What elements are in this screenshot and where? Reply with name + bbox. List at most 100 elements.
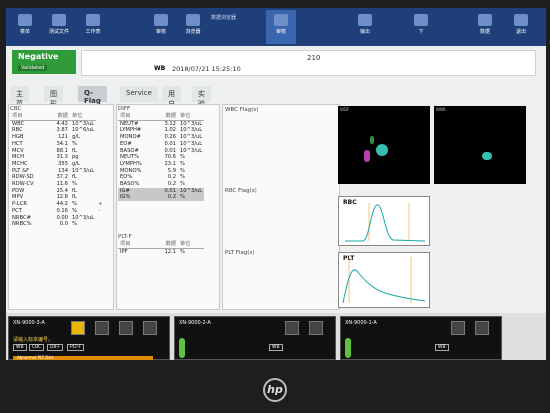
param-unit: 10^3/uL: [180, 140, 203, 147]
exit-button[interactable]: 退出: [506, 10, 536, 44]
tube-icon[interactable]: [95, 321, 109, 335]
test-file-button[interactable]: 测试文件: [44, 10, 74, 44]
column-header: 单位: [178, 113, 205, 121]
upload-icon: [358, 14, 372, 26]
table-row[interactable]: IPF 12.1%: [118, 248, 204, 255]
param-name: MONO#: [120, 134, 141, 141]
table-row[interactable]: MCV 88.1 fL: [10, 148, 105, 155]
table-row[interactable]: WBC 4.42 10^3/uL: [10, 120, 105, 127]
table-row[interactable]: MONO# 0.26 10^3/uL: [118, 134, 204, 141]
warning-icon[interactable]: [71, 321, 85, 335]
table-row[interactable]: IG% 0.2%: [118, 194, 205, 202]
tab-graph[interactable]: 图形: [44, 86, 63, 108]
table-row[interactable]: IG# 0.01 10^3/uL: [118, 187, 205, 195]
param-name: EO%: [120, 174, 133, 181]
table-row[interactable]: PLT &F 134 10^3/uL: [10, 168, 105, 175]
table-row[interactable]: RDW-SD 37.2 fL: [10, 174, 105, 181]
param-value: 0.26: [164, 134, 176, 141]
menu-icon: [18, 14, 32, 26]
param-unit: %: [72, 221, 77, 228]
table-row[interactable]: PDW 15.4 fL: [10, 188, 105, 195]
param-flag: [96, 215, 104, 222]
review-icon: [154, 14, 168, 26]
param-name: IPF: [120, 248, 128, 255]
file-icon: [52, 14, 66, 26]
param-unit: fL: [72, 187, 77, 194]
table-row[interactable]: HCT 34.1%: [10, 141, 105, 148]
main-toolbar: 菜单 测试文件 工作表 审核 浏览器 数据浏览器 审核 输出 下 数据 退出: [6, 8, 546, 46]
table-row[interactable]: MCH 31.3 pg: [10, 154, 105, 161]
param-value: 1.02: [164, 127, 176, 134]
window-title: 数据浏览器: [211, 15, 237, 21]
param-flag: [96, 161, 104, 168]
menu-button[interactable]: 菜单: [10, 10, 40, 44]
wdf-neutrophil-cluster: [376, 144, 388, 156]
table-row[interactable]: LYMPH% 23.1%: [118, 161, 204, 168]
rack-icon[interactable]: [451, 321, 465, 335]
mode-chip-wb: WB: [435, 344, 449, 351]
table-row[interactable]: NEUT% 70.6%: [118, 154, 204, 161]
table-row[interactable]: NRBC% 0.0%: [10, 221, 105, 228]
table-row[interactable]: BASO# 0.01 10^3/uL: [118, 148, 204, 155]
table-row[interactable]: RDW-CV 11.6%: [10, 181, 105, 188]
param-value: 0.01: [164, 147, 176, 154]
browser-button[interactable]: 浏览器: [178, 10, 208, 44]
table-row[interactable]: EO# 0.01 10^3/uL: [118, 141, 204, 148]
analyzer-slot-1[interactable]: XN-9000-1-A WB: [340, 316, 502, 360]
table-row[interactable]: EO% 0.2%: [118, 174, 204, 181]
param-value: 5.9: [167, 167, 176, 174]
validate-button[interactable]: 审核: [266, 10, 296, 44]
table-row[interactable]: NRBC# 0.00 10^3/uL: [10, 215, 105, 222]
param-name: IG%: [118, 194, 152, 202]
param-flag: [96, 188, 104, 195]
analyzer-slot-2[interactable]: XN-9000-2-A WB: [174, 316, 336, 360]
table-row[interactable]: HGB 121 g/L: [10, 134, 105, 141]
abnormal-alert-bar: Abnormal PLT Dist: [13, 355, 153, 360]
mode-chip-wb: WB: [13, 344, 27, 351]
param-flag: [96, 194, 104, 201]
tab-q-flag[interactable]: Q-Flag: [78, 86, 107, 105]
param-flag: [96, 141, 104, 148]
tube-icon[interactable]: [475, 321, 489, 335]
table-row[interactable]: PCT 0.16% -: [10, 208, 105, 215]
param-name: LYMPH#: [120, 127, 142, 134]
plt-f-title: PLT-F: [118, 234, 132, 240]
tube-icon[interactable]: [309, 321, 323, 335]
param-name: WBC: [12, 120, 25, 127]
rbc-flags-label: RBC Flag(s): [225, 188, 257, 194]
diff-title: DIFF: [118, 106, 131, 112]
table-row[interactable]: P-LCR 44.2% +: [10, 201, 105, 208]
down-button[interactable]: 下: [406, 10, 436, 44]
table-row[interactable]: BASO% 0.2%: [118, 181, 204, 188]
column-header: 单位: [178, 241, 204, 249]
table-row[interactable]: MPV 12.8 fL: [10, 194, 105, 201]
param-unit: %: [180, 160, 185, 167]
param-value: 0.01: [164, 140, 176, 147]
table-row[interactable]: MCHC 355 g/L: [10, 161, 105, 168]
speaker-icon[interactable]: [119, 321, 133, 335]
worksheet-button[interactable]: 工作表: [78, 10, 108, 44]
analyzer-1-id: XN-9000-1-A: [345, 320, 377, 326]
wdf-monocyte-cluster: [370, 136, 374, 144]
check-icon: [274, 14, 288, 26]
table-row[interactable]: RBC 3.87 10^6/uL: [10, 127, 105, 134]
tab-user[interactable]: 用户: [162, 86, 181, 108]
param-flag: [96, 174, 104, 181]
analyzer-slot-3[interactable]: XN-9000-3-A 请输入标本编号。 WB CBC DIFF PLT-F A…: [8, 316, 170, 360]
param-unit: %: [72, 207, 77, 214]
table-row[interactable]: MONO% 5.9%: [118, 168, 204, 175]
tab-main[interactable]: 主菜: [10, 86, 29, 108]
param-unit: 10^3/uL: [178, 187, 205, 195]
tab-service[interactable]: Service: [120, 86, 158, 102]
sample-info-bar: WB 2018/07/21 15:25:10 210: [81, 50, 536, 76]
ready-indicator: [179, 338, 185, 358]
table-row[interactable]: NEUT# 3.12 10^3/uL: [118, 120, 204, 127]
table-row[interactable]: LYMPH# 1.02 10^3/uL: [118, 127, 204, 134]
chart-icon[interactable]: [143, 321, 157, 335]
param-name: IG#: [118, 187, 152, 195]
output-button[interactable]: 输出: [350, 10, 380, 44]
tab-lab[interactable]: 实验室专用: [192, 86, 211, 138]
review-button[interactable]: 审核: [146, 10, 176, 44]
data-button[interactable]: 数据: [470, 10, 500, 44]
rack-icon[interactable]: [285, 321, 299, 335]
